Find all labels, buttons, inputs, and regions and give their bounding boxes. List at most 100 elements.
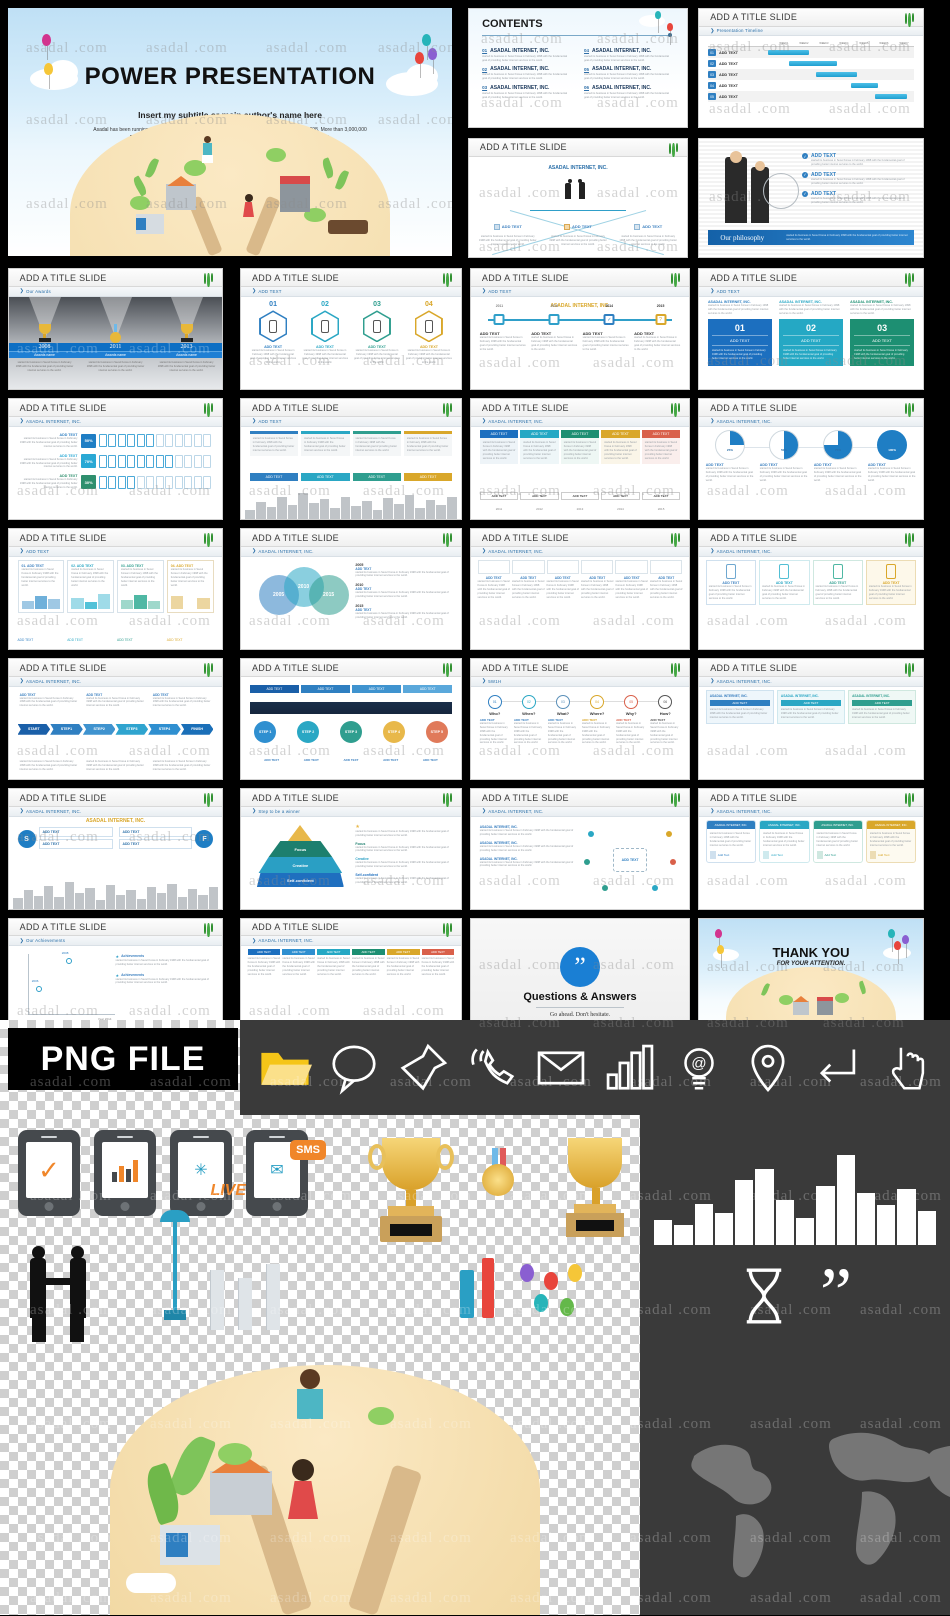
trophy-icon[interactable] xyxy=(366,1138,456,1258)
hexagon-item[interactable]: 02 ADD TEXT started its business in Seou… xyxy=(302,301,349,365)
phone-check-icon[interactable]: ✓ xyxy=(18,1130,80,1216)
column[interactable]: ADD TEXT started its business in Seoul Ko… xyxy=(386,949,420,976)
timeline-node[interactable] xyxy=(548,314,560,326)
percent-row[interactable]: ADD TEXT started its business in Seoul K… xyxy=(20,433,212,449)
slide-process-arrows[interactable]: ADD A TITLE SLIDE ❯ ASADAL INTERNET, INC.… xyxy=(8,658,223,780)
step-footer[interactable]: ADD TEXT xyxy=(413,758,448,762)
process-note[interactable]: ADD TEXT started its business in Seoul Ko… xyxy=(153,693,212,709)
medal-icon[interactable] xyxy=(478,1148,518,1204)
slide-quad-cards[interactable]: ADD A TITLE SLIDE ❯ ADD TEXT 01. ADD TEXT… xyxy=(8,528,223,650)
process-note[interactable]: started its business in Seoul Korea in F… xyxy=(86,760,145,772)
trophy-icon[interactable] xyxy=(556,1138,636,1258)
achievement-item[interactable]: ★ Achievements started its business in S… xyxy=(116,954,214,967)
percent-row[interactable]: ADD TEXT started its business in Seoul K… xyxy=(20,474,212,490)
column-footer[interactable]: ADD TEXT xyxy=(641,491,681,500)
card[interactable]: 03. ADD TEXT started its business in Seo… xyxy=(117,560,164,613)
tab[interactable]: ADD TEXT xyxy=(352,685,402,694)
column-footer[interactable]: ADD TEXT xyxy=(560,491,600,500)
timeline-node[interactable] xyxy=(493,314,505,326)
phone-sms-icon[interactable]: ✉ SMS xyxy=(246,1130,326,1216)
slide-contents[interactable]: CONTENTS 01 ASADAL INTERNET, INC. started… xyxy=(468,8,688,128)
card[interactable]: ASADAL INTERNET, INC. started its busine… xyxy=(759,820,810,863)
table-row[interactable]: 03 ADD TEXT xyxy=(707,69,915,81)
timeline-detail[interactable]: ADD TEXT started its business in Seoul Ko… xyxy=(634,331,680,352)
card[interactable]: ASADAL INTERNET, INC. ADD TEXT started i… xyxy=(776,690,846,724)
list-item[interactable]: 03 ASADAL INTERNET, INC. started its busi… xyxy=(482,85,572,100)
column[interactable]: ADD TEXT started its business in Seoul Ko… xyxy=(247,949,281,976)
column[interactable]: ADD TEXT started its business in Seoul Ko… xyxy=(615,560,648,599)
tab[interactable]: ADD TEXT xyxy=(300,685,351,694)
radial-note[interactable]: ASADAL INTERNET, INC. started its busines… xyxy=(480,825,576,837)
swot-badge-right[interactable]: F xyxy=(195,830,214,849)
slide-phone-cards[interactable]: ADD A TITLE SLIDE ❯ ASADAL INTERNET, INC.… xyxy=(698,528,924,650)
column[interactable]: ADD TEXT started its business in Seoul Ko… xyxy=(546,560,579,599)
venn-note[interactable]: 2010 ADD TEXT started its business in Se… xyxy=(355,583,452,599)
radial-center[interactable]: ADD TEXT xyxy=(613,848,648,873)
pie-item[interactable]: 25% ADD TEXT started its business in Seo… xyxy=(706,430,754,483)
list-item[interactable]: 06 ASADAL INTERNET, INC. started its busi… xyxy=(584,85,674,100)
legend-item[interactable]: Focus started its business in Seoul Kore… xyxy=(355,842,452,854)
achievement-item[interactable]: ★ Achievements started its business in S… xyxy=(116,973,214,986)
column[interactable]: ADD TEXT started its business in Seoul Ko… xyxy=(580,560,614,599)
speech-bubble-icon[interactable] xyxy=(327,1041,381,1095)
slide-thank-you[interactable]: THANK YOU FOR YOUR ATTENTION. asadal .co… xyxy=(698,918,924,1036)
tab[interactable]: ADD TEXT xyxy=(403,685,453,694)
legend-item[interactable]: Self-confident started its business in S… xyxy=(355,873,452,885)
column-footer[interactable]: ADD TEXT xyxy=(520,491,559,500)
list-item[interactable]: ✓ ADD TEXT started its business in Seoul… xyxy=(802,190,914,205)
step-footer[interactable]: ADD TEXT xyxy=(254,758,289,762)
diagram-node[interactable]: ADD TEXT started its business in Seoul K… xyxy=(618,217,678,247)
hourglass-icon[interactable] xyxy=(736,1265,792,1327)
slide-four-columns[interactable]: ADD A TITLE SLIDE ❯ ADD TEXT started its … xyxy=(240,398,462,520)
card[interactable]: ASADAL INTERNET, INC. started its busine… xyxy=(779,300,843,366)
card[interactable]: ASADAL INTERNET, INC. started its busine… xyxy=(705,820,757,863)
step-footer[interactable]: ADD TEXT xyxy=(334,758,369,762)
hexagon-item[interactable]: 03 ADD TEXT started its business in Seou… xyxy=(354,301,401,365)
hexagon-item[interactable]: 04 ADD TEXT started its business in Seou… xyxy=(406,301,453,365)
column-footer[interactable]: ADD TEXT xyxy=(352,473,401,482)
phone-ringing-icon[interactable] xyxy=(465,1041,519,1095)
slide-three-cards[interactable]: ADD A TITLE SLIDE ❯ ADD TEXT ASADAL INTER… xyxy=(698,268,924,390)
list-item[interactable]: ✓ ADD TEXT started its business in Seoul… xyxy=(802,153,914,167)
legend-item[interactable]: Creative started its business in Seoul K… xyxy=(355,857,452,869)
process-note[interactable]: ADD TEXT started its business in Seoul Ko… xyxy=(20,693,79,709)
list-item[interactable]: 02 ASADAL INTERNET, INC. started its busi… xyxy=(482,66,572,81)
column-footer[interactable]: ADD TEXT xyxy=(601,491,640,500)
slide-pie-charts[interactable]: ADD A TITLE SLIDE ❯ ASADAL INTERNET, INC.… xyxy=(698,398,924,520)
w5h1-item[interactable]: 02 When? ADD TEXT started its business i… xyxy=(514,695,544,745)
column[interactable]: ADD TEXT started its business in Seoul Ko… xyxy=(282,949,316,976)
slide-radial[interactable]: ADD A TITLE SLIDE ❯ ASADAL INTERNET, INC.… xyxy=(470,788,690,910)
pointing-hand-icon[interactable] xyxy=(879,1041,933,1095)
slide-gantt[interactable]: ADD A TITLE SLIDE ❯ Presentation Timeline… xyxy=(698,8,924,128)
list-item[interactable]: 01 ASADAL INTERNET, INC. started its busi… xyxy=(482,48,572,63)
step-circle[interactable]: STEP 3 xyxy=(340,721,362,744)
timeline-detail[interactable]: ADD TEXT started its business in Seoul Ko… xyxy=(480,331,526,352)
award-column[interactable]: 2008 Awards name started its business in… xyxy=(9,296,80,389)
column-card[interactable]: ADD TEXT started its business in Seoul Ko… xyxy=(479,430,519,464)
timeline-detail[interactable]: ADD TEXT started its business in Seoul Ko… xyxy=(583,331,629,352)
slide-questions-answers[interactable]: ” Questions & Answers Go ahead. Don't he… xyxy=(470,918,690,1036)
column[interactable]: ADD TEXT started its business in Seoul Ko… xyxy=(477,560,511,599)
column-card[interactable]: started its business in Seoul Korea in F… xyxy=(301,431,350,456)
card[interactable]: ASADAL INTERNET, INC. started its busine… xyxy=(812,820,863,863)
percent-row[interactable]: ADD TEXT started its business in Seoul K… xyxy=(20,454,212,470)
slide-timeline-years[interactable]: ADD A TITLE SLIDE ❯ ADD TEXT ASADAL INTER… xyxy=(470,268,690,390)
table-row[interactable]: 05 ADD TEXT xyxy=(707,91,915,103)
slide-step-circles[interactable]: ADD A TITLE SLIDE ADD TEXT ADD TEXT ADD … xyxy=(240,658,462,780)
column-card[interactable]: ADD TEXT started its business in Seoul Ko… xyxy=(641,430,681,464)
pie-item[interactable]: 75% ADD TEXT started its business in Seo… xyxy=(814,430,862,483)
diagram-node[interactable]: ADD TEXT started its business in Seoul K… xyxy=(478,217,538,247)
swot-badge-left[interactable]: S xyxy=(17,830,36,849)
list-item[interactable]: ✓ ADD TEXT started its business in Seoul… xyxy=(802,171,914,186)
step-circle[interactable]: STEP 1 xyxy=(254,721,277,744)
phone-chart-icon[interactable] xyxy=(94,1130,156,1216)
venn-note[interactable]: 2005 ADD TEXT started its business in Se… xyxy=(355,563,452,579)
award-column[interactable]: 2011 Awards name started its business in… xyxy=(80,296,151,389)
diagram-node[interactable]: ADD TEXT started its business in Seoul K… xyxy=(548,217,608,247)
column[interactable]: ADD TEXT started its business in Seoul Ko… xyxy=(421,949,455,976)
swot-column[interactable]: ADD TEXT ADD TEXT xyxy=(38,827,113,851)
card[interactable]: ASADAL INTERNET, INC. ADD TEXT started i… xyxy=(848,690,917,724)
table-row[interactable]: 01 ADD TEXT xyxy=(707,47,915,59)
column-card[interactable]: ADD TEXT started its business in Seoul Ko… xyxy=(601,430,640,464)
slide-our-awards[interactable]: ADD A TITLE SLIDE ❯ Our Awards 2008 Award… xyxy=(8,268,223,390)
